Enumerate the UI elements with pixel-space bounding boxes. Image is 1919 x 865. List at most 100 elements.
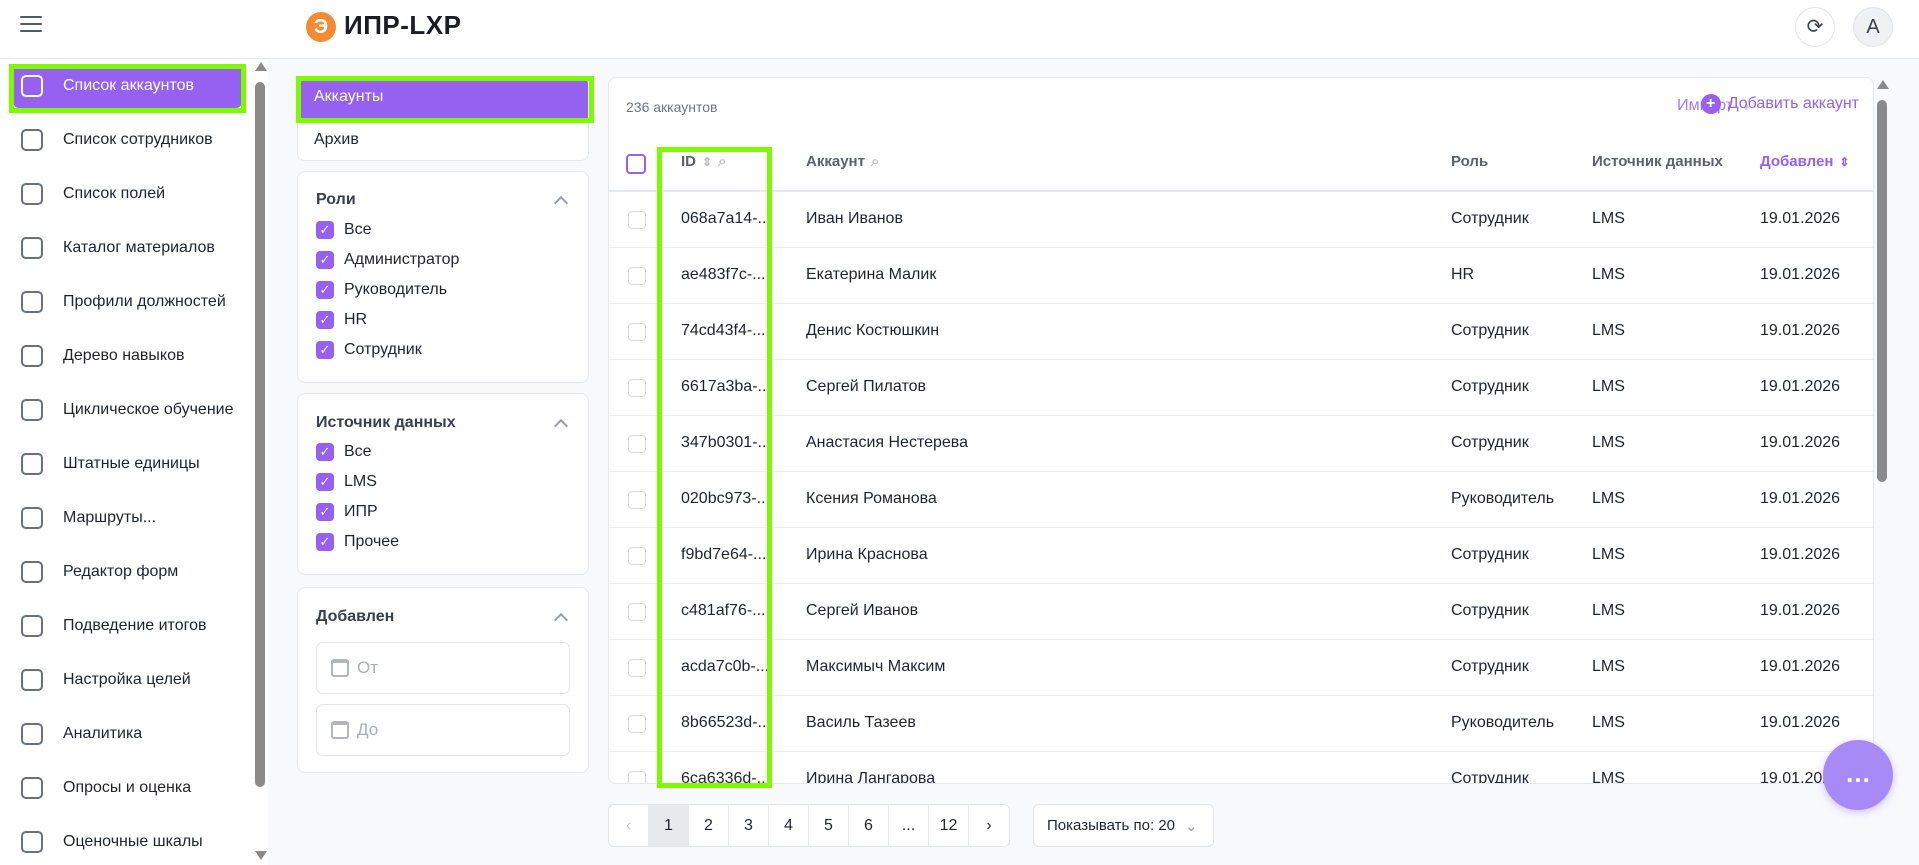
next-page-button[interactable]: ›: [969, 805, 1009, 846]
cell-name[interactable]: Максимыч Максим: [806, 658, 945, 676]
table-row[interactable]: 6ca6336d-... Ирина Лангарова Сотрудник LMS 1…: [609, 752, 1873, 783]
cell-name[interactable]: Иван Иванов: [806, 210, 903, 228]
avatar[interactable]: A: [1853, 7, 1893, 47]
sidebar-item[interactable]: Профили должностей: [13, 280, 242, 324]
page-button[interactable]: 3: [729, 805, 769, 846]
table-row[interactable]: 6617a3ba-... Сергей Пилатов Сотрудник LMS 19…: [609, 360, 1873, 416]
cell-id[interactable]: f9bd7e64-...: [681, 546, 766, 564]
select-all-checkbox[interactable]: [626, 154, 646, 174]
table-row[interactable]: 74cd43f4-... Денис Костюшкин Сотрудник LMS 1…: [609, 304, 1873, 360]
filter-checkbox[interactable]: ✓ Все: [316, 443, 372, 461]
filter-checkbox[interactable]: ✓ Администратор: [316, 251, 459, 269]
sidebar-item[interactable]: Штатные единицы: [13, 442, 242, 486]
row-checkbox[interactable]: [628, 323, 646, 341]
row-checkbox[interactable]: [628, 491, 646, 509]
cell-id[interactable]: 347b0301-...: [681, 434, 771, 452]
add-account-button[interactable]: + Добавить аккаунт: [1700, 94, 1859, 114]
sidebar-item[interactable]: Подведение итогов: [13, 604, 242, 648]
cell-name[interactable]: Анастасия Нестерева: [806, 434, 968, 452]
sidebar-item[interactable]: Опросы и оценка: [13, 766, 242, 810]
sidebar-scroll-thumb[interactable]: [255, 82, 265, 787]
sidebar-item[interactable]: Список полей: [13, 172, 242, 216]
page-button[interactable]: 5: [809, 805, 849, 846]
tab-accounts[interactable]: Аккаунты: [298, 77, 588, 121]
cell-name[interactable]: Екатерина Малик: [806, 266, 936, 284]
filter-checkbox[interactable]: ✓ Руководитель: [316, 281, 447, 299]
filter-checkbox[interactable]: ✓ Сотрудник: [316, 341, 422, 359]
sidebar-item[interactable]: Редактор форм: [13, 550, 242, 594]
scroll-down-icon[interactable]: [255, 851, 267, 860]
cell-name[interactable]: Василь Тазеев: [806, 714, 916, 732]
row-checkbox[interactable]: [628, 771, 646, 783]
history-icon[interactable]: ⟳: [1795, 7, 1835, 47]
cell-name[interactable]: Денис Костюшкин: [806, 322, 939, 340]
table-row[interactable]: 8b66523d-... Василь Тазеев Руководитель LMS…: [609, 696, 1873, 752]
cell-id[interactable]: 74cd43f4-...: [681, 322, 766, 340]
sidebar-item[interactable]: Маршруты...: [13, 496, 242, 540]
page-button[interactable]: ...: [889, 805, 929, 846]
column-header-source[interactable]: Источник данных: [1592, 153, 1723, 170]
sort-icon[interactable]: ⇕: [702, 155, 712, 169]
row-checkbox[interactable]: [628, 267, 646, 285]
sort-icon[interactable]: ⇕: [1839, 155, 1849, 169]
row-checkbox[interactable]: [628, 659, 646, 677]
column-header-role[interactable]: Роль: [1451, 153, 1488, 170]
scroll-up-icon[interactable]: [255, 62, 267, 71]
column-header-account[interactable]: Аккаунт ⌕: [806, 153, 879, 170]
table-row[interactable]: 068a7a14-... Иван Иванов Сотрудник LMS 19.01…: [609, 192, 1873, 248]
cell-id[interactable]: c481af76-...: [681, 602, 766, 620]
page-button[interactable]: 2: [689, 805, 729, 846]
page-button[interactable]: 1: [649, 805, 689, 846]
search-icon[interactable]: ⌕: [871, 153, 879, 170]
sidebar-item[interactable]: Дерево навыков: [13, 334, 242, 378]
search-icon[interactable]: ⌕: [718, 153, 726, 170]
date-from-input[interactable]: От: [316, 642, 570, 694]
cell-id[interactable]: 8b66523d-...: [681, 714, 771, 732]
row-checkbox[interactable]: [628, 435, 646, 453]
table-row[interactable]: 020bc973-... Ксения Романова Руководитель L…: [609, 472, 1873, 528]
sidebar-item[interactable]: Настройка целей: [13, 658, 242, 702]
sidebar-item[interactable]: Каталог материалов: [13, 226, 242, 270]
row-checkbox[interactable]: [628, 379, 646, 397]
cell-name[interactable]: Сергей Иванов: [806, 602, 918, 620]
page-button[interactable]: 4: [769, 805, 809, 846]
cell-name[interactable]: Сергей Пилатов: [806, 378, 926, 396]
filter-checkbox[interactable]: ✓ Все: [316, 221, 372, 239]
date-to-input[interactable]: До: [316, 704, 570, 756]
table-scroll-thumb[interactable]: [1877, 100, 1887, 482]
sidebar-item[interactable]: Циклическое обучение: [13, 388, 242, 432]
cell-id[interactable]: acda7c0b-...: [681, 658, 769, 676]
column-header-added[interactable]: Добавлен ⇕: [1760, 153, 1849, 170]
filter-checkbox[interactable]: ✓ ИПР: [316, 503, 378, 521]
row-checkbox[interactable]: [628, 211, 646, 229]
table-row[interactable]: c481af76-... Сергей Иванов Сотрудник LMS 19.…: [609, 584, 1873, 640]
chevron-up-icon[interactable]: [553, 612, 569, 628]
tab-archive[interactable]: Архив: [314, 131, 359, 149]
column-header-id[interactable]: ID ⇕ ⌕: [681, 153, 726, 170]
page-button[interactable]: 12: [929, 805, 969, 846]
scroll-up-icon[interactable]: [1877, 80, 1889, 89]
cell-id[interactable]: 6ca6336d-...: [681, 770, 770, 783]
sidebar-item[interactable]: Оценочные шкалы: [13, 820, 242, 864]
table-row[interactable]: f9bd7e64-... Ирина Краснова Сотрудник LMS 19…: [609, 528, 1873, 584]
cell-id[interactable]: ae483f7c-...: [681, 266, 766, 284]
row-checkbox[interactable]: [628, 547, 646, 565]
filter-checkbox[interactable]: ✓ HR: [316, 311, 367, 329]
chevron-up-icon[interactable]: [553, 418, 569, 434]
cell-id[interactable]: 6617a3ba-...: [681, 378, 771, 396]
chevron-up-icon[interactable]: [553, 195, 569, 211]
filter-checkbox[interactable]: ✓ LMS: [316, 473, 377, 491]
per-page-select[interactable]: Показывать по: 20 ⌄: [1033, 804, 1214, 847]
cell-id[interactable]: 068a7a14-...: [681, 210, 771, 228]
row-checkbox[interactable]: [628, 715, 646, 733]
sidebar-item[interactable]: Список сотрудников: [13, 118, 242, 162]
prev-page-button[interactable]: ‹: [609, 805, 649, 846]
filter-checkbox[interactable]: ✓ Прочее: [316, 533, 399, 551]
table-row[interactable]: ae483f7c-... Екатерина Малик HR LMS 19.01.20…: [609, 248, 1873, 304]
chat-button[interactable]: …: [1823, 740, 1893, 810]
cell-name[interactable]: Ирина Краснова: [806, 546, 928, 564]
sidebar-item[interactable]: Список аккаунтов: [13, 64, 242, 108]
page-button[interactable]: 6: [849, 805, 889, 846]
sidebar-item[interactable]: Аналитика: [13, 712, 242, 756]
row-checkbox[interactable]: [628, 603, 646, 621]
